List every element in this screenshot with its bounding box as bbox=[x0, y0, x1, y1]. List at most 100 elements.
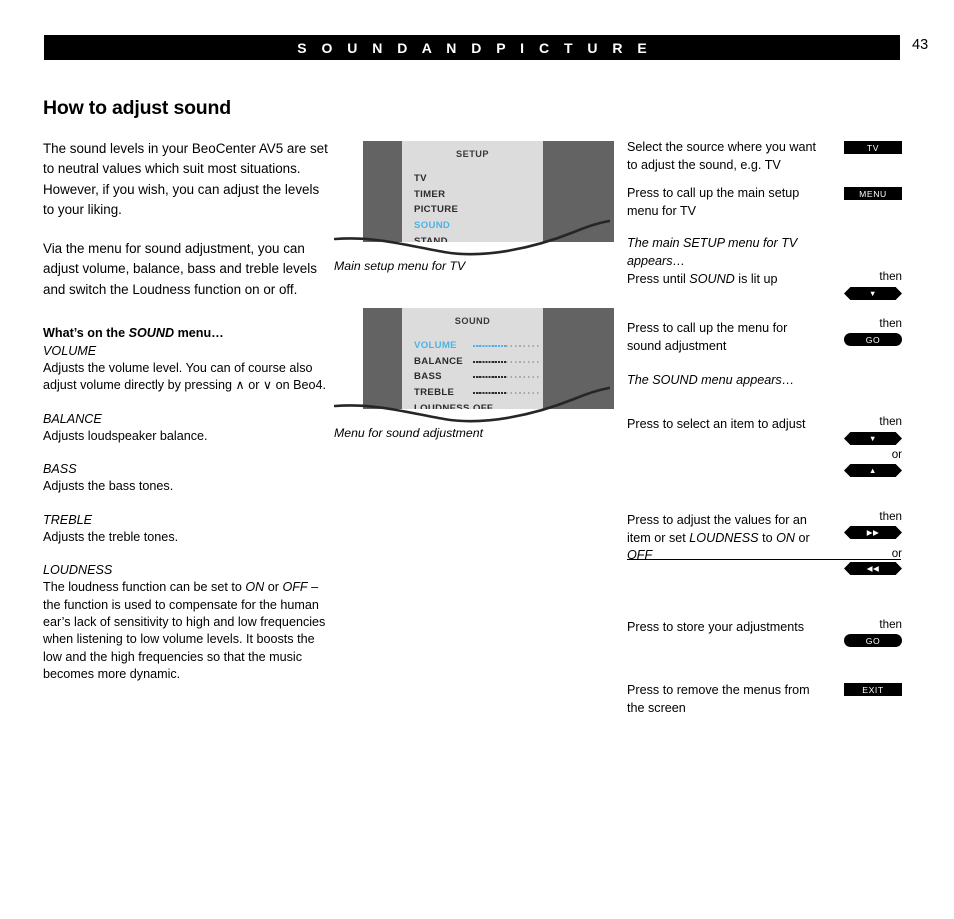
glossary-entry: BASS Adjusts the bass tones. bbox=[43, 460, 328, 495]
step-note-text: The SOUND menu appears… bbox=[627, 373, 795, 387]
osd-item-label: PICTURE bbox=[414, 204, 459, 216]
chevron-down-icon: ▼ bbox=[869, 288, 877, 298]
step-select-item-down: then Press to select an item to adjust ▼ bbox=[627, 415, 902, 449]
step-remove-menus: Press to remove the menus from the scree… bbox=[627, 682, 902, 722]
glossary-heading-prefix: What’s on the bbox=[43, 326, 129, 341]
page-title: How to adjust sound bbox=[43, 97, 231, 119]
chevron-up-icon: ▲ bbox=[869, 465, 877, 475]
section-divider bbox=[627, 559, 901, 560]
step-connector-or: or bbox=[891, 448, 902, 461]
figure-setup-menu: SETUP TV TIMER PICTURE SOUND STAND Main … bbox=[334, 141, 614, 273]
tv-screen-panel: SOUND VOLUME BALANCE BASS TREBLE LOUDNES… bbox=[402, 308, 543, 409]
glossary-definition: Adjusts the volume level. You can of cou… bbox=[43, 361, 327, 393]
step-select-source: Select the source where you want to adju… bbox=[627, 139, 902, 185]
section-header-bar: S O U N D A N D P I C T U R E bbox=[44, 35, 900, 60]
osd-menu-item: TIMER bbox=[414, 187, 539, 203]
sound-menu-glossary: What’s on the SOUND menu… VOLUME Adjusts… bbox=[43, 324, 328, 683]
remote-button-exit[interactable]: EXIT bbox=[844, 683, 902, 696]
figure-caption: Menu for sound adjustment bbox=[334, 426, 484, 440]
osd-item-label: SOUND bbox=[414, 220, 451, 232]
osd-item-label: BASS bbox=[414, 371, 442, 383]
glossary-term: VOLUME bbox=[43, 344, 97, 359]
osd-item-label: BALANCE bbox=[414, 355, 464, 367]
remote-button-label: EXIT bbox=[862, 684, 884, 695]
osd-slider-balance bbox=[473, 357, 539, 366]
step-instruction-text: Press to call up the main setup menu for… bbox=[627, 186, 800, 218]
document-page: S O U N D A N D P I C T U R E 43 How to … bbox=[0, 0, 954, 919]
osd-item-label: TREBLE bbox=[414, 387, 455, 399]
step-select-item-up: or ▲ bbox=[627, 448, 902, 501]
intro-paragraph-2: Via the menu for sound adjustment, you c… bbox=[43, 241, 317, 297]
remote-button-label: GO bbox=[865, 635, 881, 646]
osd-item-value-loudness: OFF bbox=[473, 402, 494, 409]
figure-sound-menu: SOUND VOLUME BALANCE BASS TREBLE LOUDNES… bbox=[334, 308, 614, 440]
remote-button-fast-forward[interactable]: ▶▶ bbox=[844, 526, 902, 539]
fast-forward-icon: ▶▶ bbox=[866, 527, 880, 537]
intro-paragraph-1: The sound levels in your BeoCenter AV5 a… bbox=[43, 141, 328, 217]
step-note-sound-appears: The SOUND menu appears… bbox=[627, 372, 902, 404]
page-number: 43 bbox=[912, 37, 929, 53]
remote-button-up-arrow[interactable]: ▲ bbox=[844, 464, 902, 477]
remote-button-tv[interactable]: TV bbox=[844, 141, 902, 154]
glossary-entry: TREBLE Adjusts the treble tones. bbox=[43, 511, 328, 546]
osd-menu-title: SOUND bbox=[454, 316, 491, 326]
remote-button-go[interactable]: GO bbox=[844, 333, 902, 346]
step-connector-then: then bbox=[879, 270, 902, 283]
osd-slider-treble bbox=[473, 388, 539, 397]
glossary-definition: Adjusts loudspeaker balance. bbox=[43, 428, 208, 443]
glossary-definition: Adjusts the bass tones. bbox=[43, 479, 174, 494]
step-note-setup-appears: The main SETUP menu for TV appears… bbox=[627, 235, 902, 268]
osd-menu-item: TREBLE bbox=[414, 385, 539, 401]
osd-menu-title: SETUP bbox=[456, 149, 489, 159]
osd-item-label: TIMER bbox=[414, 188, 446, 200]
osd-item-label: TV bbox=[414, 173, 427, 185]
step-instruction-text: Select the source where you want to adju… bbox=[627, 140, 817, 172]
glossary-entry: BALANCE Adjusts loudspeaker balance. bbox=[43, 410, 328, 445]
left-column: How to adjust sound The sound levels in … bbox=[43, 97, 328, 684]
glossary-entry: VOLUME Adjusts the volume level. You can… bbox=[43, 342, 328, 395]
step-connector-then: then bbox=[879, 510, 902, 523]
osd-menu-item: PICTURE bbox=[414, 202, 539, 218]
glossary-definition: The loudness function can be set to ON o… bbox=[43, 580, 326, 682]
osd-menu-item: BASS bbox=[414, 369, 539, 385]
remote-button-label: TV bbox=[866, 142, 880, 153]
remote-button-down-arrow[interactable]: ▼ bbox=[844, 432, 902, 445]
remote-button-rewind[interactable]: ◀◀ bbox=[844, 562, 902, 575]
osd-item-label: VOLUME bbox=[414, 340, 457, 352]
glossary-heading: What’s on the SOUND menu… bbox=[43, 324, 328, 342]
osd-menu-item-highlighted: SOUND bbox=[414, 218, 539, 234]
osd-menu-item: BALANCE bbox=[414, 354, 539, 370]
step-go-sound-menu: then Press to call up the menu for sound… bbox=[627, 317, 902, 372]
osd-item-label: STAND bbox=[414, 235, 448, 242]
osd-item-label: LOUDNESS bbox=[414, 402, 470, 409]
remote-button-down-arrow[interactable]: ▼ bbox=[844, 287, 902, 300]
glossary-heading-suffix: menu… bbox=[174, 326, 224, 341]
step-press-until-sound: then Press until SOUND is lit up ▼ bbox=[627, 270, 902, 309]
glossary-entry: LOUDNESS The loudness function can be se… bbox=[43, 561, 328, 683]
osd-slider-bass bbox=[473, 372, 539, 381]
osd-menu-item-highlighted: VOLUME bbox=[414, 338, 539, 354]
remote-button-menu[interactable]: MENU bbox=[844, 187, 902, 200]
tv-screen-illustration: SOUND VOLUME BALANCE BASS TREBLE LOUDNES… bbox=[363, 308, 614, 409]
glossary-heading-menu-name: SOUND bbox=[128, 326, 175, 341]
glossary-term: TREBLE bbox=[43, 512, 92, 527]
osd-menu-list: TV TIMER PICTURE SOUND STAND bbox=[414, 171, 539, 242]
osd-menu-item: TV bbox=[414, 171, 539, 187]
glossary-term: LOUDNESS bbox=[43, 563, 113, 578]
osd-menu-list: VOLUME BALANCE BASS TREBLE LOUDNESS OFF bbox=[414, 338, 539, 409]
step-store-adjustments: then Press to store your adjustments GO bbox=[627, 618, 902, 682]
step-call-main-setup: Press to call up the main setup menu for… bbox=[627, 185, 902, 235]
remote-button-go[interactable]: GO bbox=[844, 634, 902, 647]
osd-slider-volume bbox=[473, 341, 539, 350]
step-note-text: The main SETUP menu for TV appears… bbox=[627, 236, 798, 268]
remote-button-label: GO bbox=[865, 334, 881, 345]
step-connector-then: then bbox=[879, 415, 902, 428]
osd-menu-item: LOUDNESS OFF bbox=[414, 400, 539, 409]
section-title: S O U N D A N D P I C T U R E bbox=[297, 39, 653, 56]
glossary-term: BALANCE bbox=[43, 411, 102, 426]
rewind-icon: ◀◀ bbox=[866, 563, 880, 573]
remote-button-label: MENU bbox=[859, 188, 887, 199]
